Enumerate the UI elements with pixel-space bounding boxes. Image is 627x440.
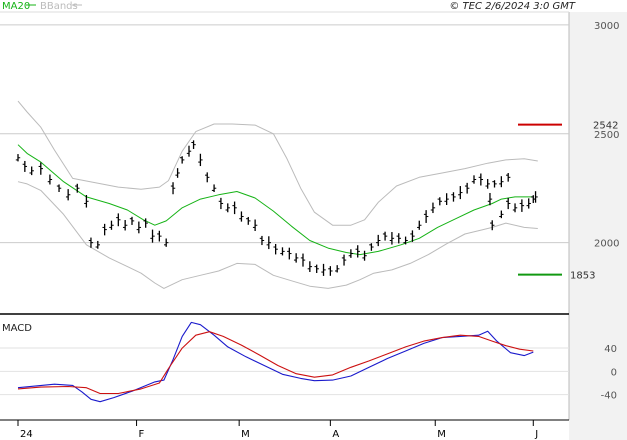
macd-panel-title: MACD (2, 323, 32, 334)
grid-lines (0, 24, 569, 396)
x-tick-label: J (534, 429, 538, 440)
x-tick-label: M (241, 429, 250, 440)
macd-tick-label: -40 (601, 391, 617, 402)
x-tick-label: F (139, 429, 145, 440)
macd-lines (17, 321, 534, 403)
ma20-line (17, 144, 534, 256)
price-bars (15, 140, 538, 276)
timestamp: © TEC 2/6/2024 3:0 GMT (449, 1, 576, 12)
x-tick-label: A (332, 429, 339, 440)
x-tick-label: M (437, 429, 446, 440)
support-label: 1853 (570, 271, 595, 282)
macd-tick-label: 0 (611, 367, 617, 378)
price-tick-label: 2000 (594, 239, 619, 250)
ma20-series-line (17, 144, 534, 256)
stock-chart: MA20 BBands © TEC 2/6/2024 3:0 GMT 25421… (0, 1, 627, 440)
x-axis: 24 F M A M J (17, 420, 538, 440)
macd-tick-label: 40 (604, 344, 617, 355)
ma20-legend-label: MA20 (2, 1, 30, 12)
price-tick-label: 3000 (594, 21, 619, 32)
x-tick-label: 24 (20, 429, 33, 440)
bbands-legend-label: BBands (40, 1, 78, 12)
macd-series-line (17, 321, 534, 403)
bollinger-band-line (17, 100, 538, 226)
signal-series-line (17, 331, 534, 395)
axis-panel (569, 12, 627, 440)
price-tick-label: 2500 (594, 130, 619, 141)
